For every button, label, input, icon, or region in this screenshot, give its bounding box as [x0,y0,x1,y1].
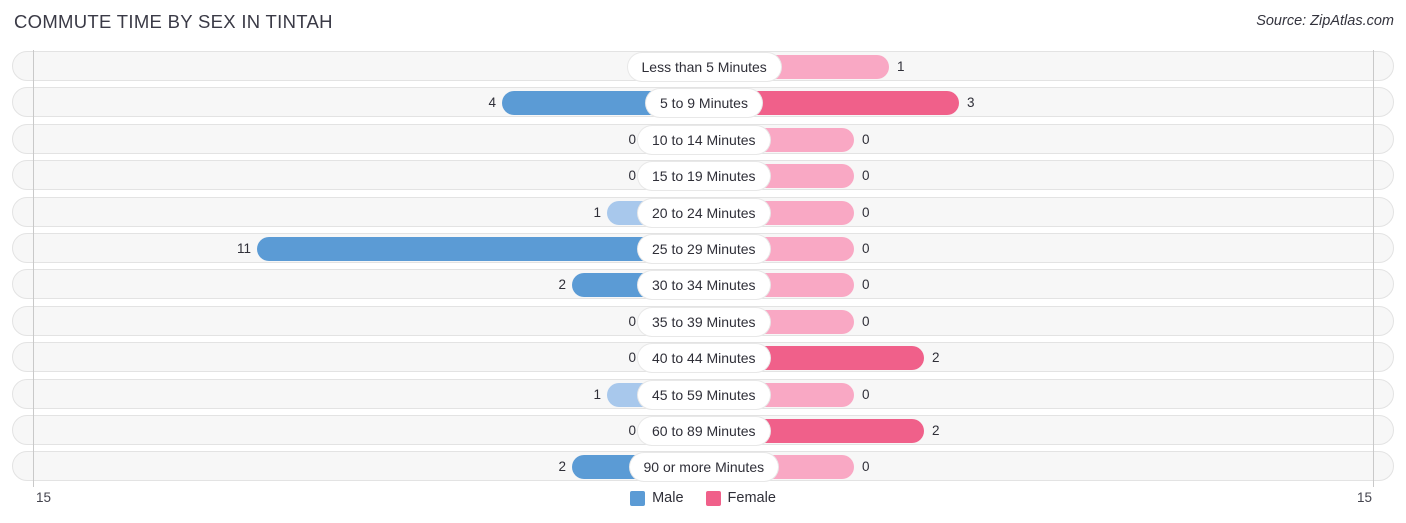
bar-value-female: 0 [862,313,870,329]
legend-swatch-male-icon [630,490,646,506]
bar-value-male: 1 [593,386,601,402]
bar-value-female: 2 [932,350,940,366]
row-label: 20 to 24 Minutes [638,198,770,227]
bar-value-male: 2 [558,277,566,293]
page-title: COMMUTE TIME BY SEX IN TINTAH [14,11,333,32]
row-label: 10 to 14 Minutes [638,125,770,154]
table-row: 0 2 40 to 44 Minutes [12,342,1394,373]
table-row: 01Less than 5 Minutes [12,51,1394,81]
bar-value-male: 2 [558,459,566,475]
row-label: 90 or more Minutes [629,453,779,482]
table-row: 0 0 10 to 14 Minutes [12,123,1394,154]
row-label: 40 to 44 Minutes [638,344,770,373]
bar-value-female: 3 [967,95,975,111]
bar-value-male: 1 [593,204,601,220]
legend-item-female[interactable]: Female [705,490,776,506]
bar-value-female: 0 [862,386,870,402]
table-row: 0 0 15 to 19 Minutes [12,160,1394,191]
legend-label-female: Female [727,490,776,506]
axis-line-right [1373,50,1374,487]
axis-line-left [33,50,34,487]
bar-male[interactable] [257,237,702,261]
bar-value-male: 0 [628,423,636,438]
table-row: 0 0 35 to 39 Minutes [12,305,1394,336]
legend-label-male: Male [652,490,684,506]
row-label: 30 to 34 Minutes [638,271,770,300]
bar-value-female: 0 [862,459,870,475]
row-label: 45 to 59 Minutes [638,380,770,409]
bar-value-male: 0 [628,131,636,147]
legend-swatch-female-icon [705,490,721,506]
chart-container: COMMUTE TIME BY SEX IN TINTAH Source: Zi… [0,0,1406,523]
bar-value-male: 0 [628,313,636,329]
bar-value-female: 0 [862,168,870,184]
bar-value-female: 0 [862,241,870,256]
bar-value-female: 1 [897,59,905,74]
bar-value-male: 11 [236,241,251,256]
table-row: 1 0 20 to 24 Minutes [12,196,1394,227]
table-row: 2 0 90 or more Minutes [12,451,1394,482]
bar-value-male: 0 [628,350,636,366]
row-label: Less than 5 Minutes [627,53,781,81]
plot-area: 01Less than 5 Minutes435 to 9 Minutes001… [0,50,1406,487]
row-label: 5 to 9 Minutes [646,89,762,118]
bar-value-female: 2 [932,423,940,438]
table-row: 1 0 45 to 59 Minutes [12,378,1394,409]
row-label: 35 to 39 Minutes [638,307,770,336]
row-label: 60 to 89 Minutes [638,417,770,445]
row-label: 25 to 29 Minutes [638,235,770,263]
bar-value-female: 0 [862,204,870,220]
bar-value-male: 4 [488,95,496,111]
bar-value-female: 0 [862,131,870,147]
row-label: 15 to 19 Minutes [638,162,770,191]
table-row: 2 0 30 to 34 Minutes [12,269,1394,300]
chart-footer: 15 15 Male Female [0,487,1406,523]
table-row: 0 2 60 to 89 Minutes [12,415,1394,445]
table-row: 4 3 5 to 9 Minutes [12,87,1394,118]
bar-value-male: 0 [628,168,636,184]
source-attribution: Source: ZipAtlas.com [1256,13,1394,29]
table-row: 11 0 25 to 29 Minutes [12,233,1394,263]
legend-item-male[interactable]: Male [630,490,684,506]
bar-value-female: 0 [862,277,870,293]
legend: Male Female [0,490,1406,506]
